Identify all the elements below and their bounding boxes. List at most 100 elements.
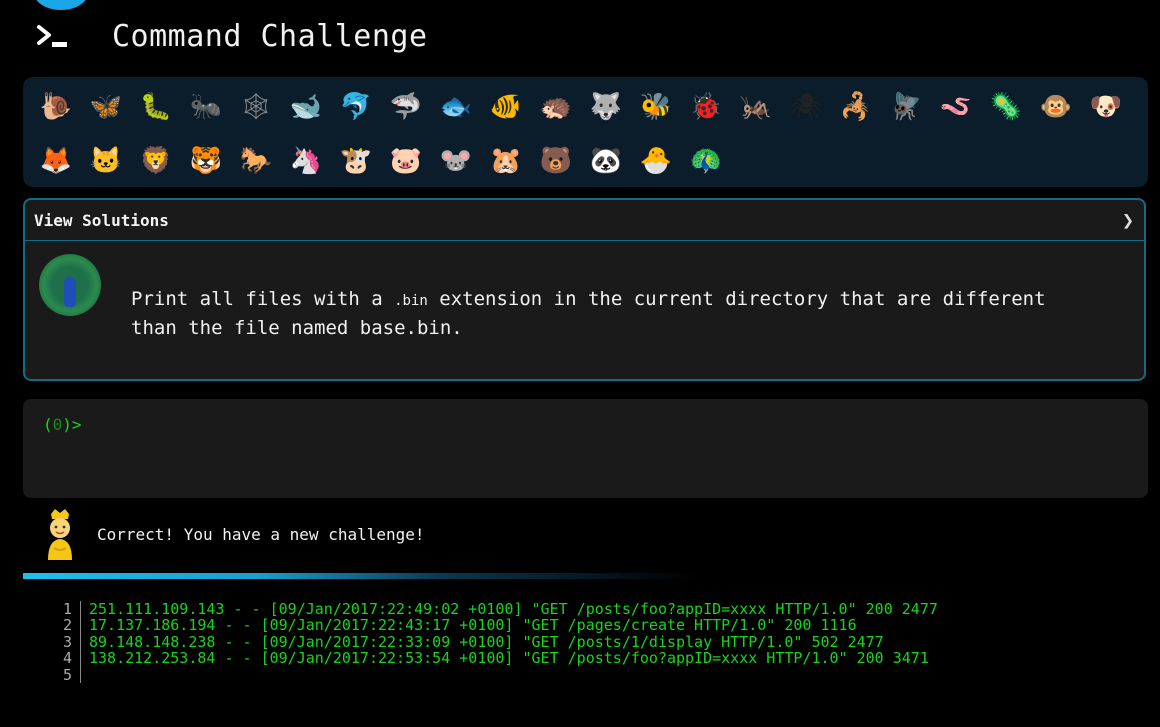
fox-icon: 🦊 — [39, 146, 73, 176]
terminal-prompt: (0)> — [43, 415, 82, 434]
badge-unicorn: 🦄 — [281, 134, 331, 188]
unicorn-icon: 🦄 — [289, 146, 323, 176]
line-number: 5 — [62, 665, 72, 684]
badge-worm: 🪱 — [931, 80, 981, 134]
progress-bar — [23, 573, 1148, 579]
hatching-chick-icon: 🐣 — [639, 146, 673, 176]
line-content: 138.212.253.84 - - [09/Jan/2017:22:53:54… — [80, 650, 929, 667]
badge-fox: 🦊 — [31, 134, 81, 188]
snail-icon: 🐌 — [39, 92, 73, 122]
badge-cricket: 🦗 — [731, 80, 781, 134]
whale-icon: 🐋 — [289, 92, 323, 122]
bear-icon: 🐻 — [539, 146, 573, 176]
line-content: 17.137.186.194 - - [09/Jan/2017:22:43:17… — [80, 617, 857, 634]
fly-icon: 🪰 — [889, 92, 923, 122]
line-number: 2 — [62, 616, 72, 635]
lady-beetle-icon: 🐞 — [689, 92, 723, 122]
badge-cat-face: 🐱 — [81, 134, 131, 188]
task-code: .bin — [394, 293, 428, 309]
cricket-icon: 🦗 — [739, 92, 773, 122]
fish-icon: 🐟 — [439, 92, 473, 122]
badge-butterfly: 🦋 — [81, 80, 131, 134]
status-message: Correct! You have a new challenge! — [40, 508, 425, 560]
badge-cow-face: 🐮 — [331, 134, 381, 188]
view-solutions-label: View Solutions — [34, 210, 169, 230]
spider-icon: 🕷 — [789, 92, 823, 122]
bug-icon: 🐛 — [139, 92, 173, 122]
hamster-icon: 🐹 — [489, 146, 523, 176]
badge-panel: 🐌 🦋 🐛 🐜 🕸 🐋 🐬 🦈 🐟 🐠 🦔 🐺 🐝 🐞 🦗 🕷 🦂 🪰 🪱 🦠 🐵 🐶 🦊 🐱 🦁 🐯 🐎 🦄 🐮 🐷 🐭 🐹 🐻 🐼 🐣 🦚 — [23, 77, 1148, 187]
badge-dog-face: 🐶 — [1081, 80, 1131, 134]
pig-face-icon: 🐷 — [389, 146, 423, 176]
solutions-panel: View Solutions ❯ Print all files with a … — [23, 198, 1146, 381]
spider-web-icon: 🕸 — [239, 92, 273, 122]
worm-icon: 🪱 — [939, 92, 973, 122]
mouse-face-icon: 🐭 — [439, 146, 473, 176]
badge-spider-web: 🕸 — [231, 80, 281, 134]
badge-snail: 🐌 — [31, 80, 81, 134]
badge-tropical-fish: 🐠 — [481, 80, 531, 134]
bee-icon: 🐝 — [639, 92, 673, 122]
badge-hedgehog: 🦔 — [531, 80, 581, 134]
badge-dolphin: 🐬 — [331, 80, 381, 134]
badge-scorpion: 🦂 — [831, 80, 881, 134]
file-preview: 1 251.111.109.143 - - [09/Jan/2017:22:49:… — [40, 601, 1140, 683]
dolphin-icon: 🐬 — [339, 92, 373, 122]
line-number: 3 — [62, 632, 72, 651]
badge-monkey-face: 🐵 — [1031, 80, 1081, 134]
badge-pig-face: 🐷 — [381, 134, 431, 188]
line-content — [80, 666, 89, 683]
terminal-prompt-icon — [36, 20, 72, 52]
badge-bug: 🐛 — [131, 80, 181, 134]
code-line: 2 17.137.186.194 - - [09/Jan/2017:22:43:1… — [40, 616, 1140, 635]
badge-lion: 🦁 — [131, 134, 181, 188]
monkey-face-icon: 🐵 — [1039, 92, 1073, 122]
badge-bee: 🐝 — [631, 80, 681, 134]
badge-microbe: 🦠 — [981, 80, 1031, 134]
dog-face-icon: 🐶 — [1089, 92, 1123, 122]
lion-icon: 🦁 — [139, 146, 173, 176]
peacock-icon: 🦚 — [689, 146, 723, 176]
tropical-fish-icon: 🐠 — [489, 92, 523, 122]
view-solutions-toggle[interactable]: View Solutions ❯ — [25, 200, 1144, 241]
badge-lady-beetle: 🐞 — [681, 80, 731, 134]
code-line: 5 — [40, 665, 1140, 684]
shark-icon: 🦈 — [389, 92, 423, 122]
badge-whale: 🐋 — [281, 80, 331, 134]
princess-icon — [40, 508, 80, 560]
code-line: 1 251.111.109.143 - - [09/Jan/2017:22:49:… — [40, 601, 1140, 618]
ant-icon: 🐜 — [189, 92, 223, 122]
badge-bear: 🐻 — [531, 134, 581, 188]
tiger-face-icon: 🐯 — [189, 146, 223, 176]
panda-icon: 🐼 — [589, 146, 623, 176]
page-title: Command Challenge — [112, 18, 428, 54]
prompt-close: )> — [62, 415, 82, 434]
badge-mouse-face: 🐭 — [431, 134, 481, 188]
badge-fly: 🪰 — [881, 80, 931, 134]
challenge-description: Print all files with a .bin extension in… — [131, 286, 1091, 342]
badge-tiger-face: 🐯 — [181, 134, 231, 188]
peacock-icon — [39, 254, 101, 316]
terminal-input[interactable]: (0)> — [23, 399, 1148, 498]
badge-peacock: 🦚 — [681, 134, 731, 188]
badge-fish: 🐟 — [431, 80, 481, 134]
microbe-icon: 🦠 — [989, 92, 1023, 122]
badge-hamster: 🐹 — [481, 134, 531, 188]
chevron-right-icon: ❯ — [1121, 208, 1134, 232]
line-number: 4 — [62, 649, 72, 668]
badge-horse: 🐎 — [231, 134, 281, 188]
app-header: Command Challenge — [36, 14, 428, 58]
task-text-start: Print all files with a — [131, 288, 395, 310]
scorpion-icon: 🦂 — [839, 92, 873, 122]
wolf-icon: 🐺 — [589, 92, 623, 122]
badge-hatching-chick: 🐣 — [631, 134, 681, 188]
badge-wolf: 🐺 — [581, 80, 631, 134]
horse-icon: 🐎 — [239, 146, 273, 176]
badge-grid: 🐌 🦋 🐛 🐜 🕸 🐋 🐬 🦈 🐟 🐠 🦔 🐺 🐝 🐞 🦗 🕷 🦂 🪰 🪱 🦠 🐵 🐶 🦊 🐱 🦁 🐯 🐎 🦄 🐮 🐷 🐭 🐹 🐻 🐼 🐣 🦚 — [31, 80, 1141, 188]
cat-face-icon: 🐱 — [89, 146, 123, 176]
exit-code: 0 — [52, 415, 63, 434]
butterfly-icon: 🦋 — [89, 92, 123, 122]
line-content: 251.111.109.143 - - [09/Jan/2017:22:49:0… — [80, 601, 938, 617]
line-content: 89.148.148.238 - - [09/Jan/2017:22:33:09… — [80, 633, 884, 650]
prompt-open: ( — [43, 415, 53, 434]
